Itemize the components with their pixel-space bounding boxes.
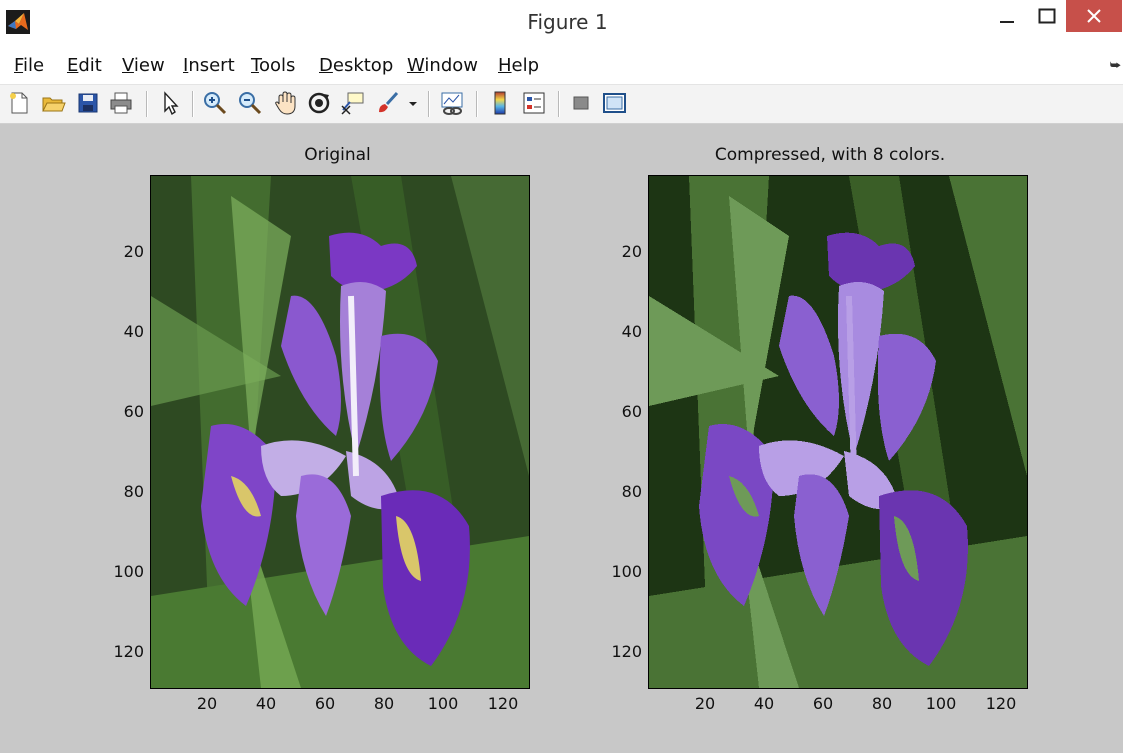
close-icon xyxy=(1087,9,1101,23)
brush-dropdown-icon[interactable] xyxy=(405,90,421,118)
x-tick-label: 40 xyxy=(753,694,775,713)
toolbar-separator xyxy=(192,91,194,117)
minimize-icon xyxy=(1000,21,1014,23)
rotate-3d-icon[interactable] xyxy=(306,90,334,118)
colorbar-icon[interactable] xyxy=(487,90,515,118)
zoom-out-icon[interactable] xyxy=(237,90,265,118)
toolbar-separator xyxy=(476,91,478,117)
image-original[interactable] xyxy=(150,175,530,689)
x-tick-label: 20 xyxy=(196,694,218,713)
print-icon[interactable] xyxy=(108,90,136,118)
menu-help[interactable]: Help xyxy=(498,55,539,76)
figure-toolbar xyxy=(0,85,1123,124)
x-tick-label: 80 xyxy=(871,694,893,713)
show-plot-tools-icon[interactable] xyxy=(601,90,629,118)
x-tick-label: 120 xyxy=(985,694,1017,713)
edit-plot-arrow-icon[interactable] xyxy=(157,90,185,118)
x-tick-label: 40 xyxy=(255,694,277,713)
menu-tools[interactable]: Tools xyxy=(251,55,295,76)
data-cursor-icon[interactable] xyxy=(340,90,368,118)
link-plot-icon[interactable] xyxy=(439,90,467,118)
save-icon[interactable] xyxy=(75,90,103,118)
new-figure-icon[interactable] xyxy=(6,90,34,118)
minimize-button[interactable] xyxy=(985,0,1029,32)
menu-view[interactable]: View xyxy=(122,55,165,76)
legend-icon[interactable] xyxy=(521,90,549,118)
y-tick-label: 60 xyxy=(621,402,642,421)
x-tick-label: 60 xyxy=(314,694,336,713)
close-button[interactable] xyxy=(1066,0,1122,32)
y-tick-label: 120 xyxy=(611,642,642,661)
axes-title-compressed: Compressed, with 8 colors. xyxy=(714,145,946,165)
x-tick-label: 80 xyxy=(373,694,395,713)
x-tick-label: 20 xyxy=(694,694,716,713)
maximize-icon xyxy=(1038,8,1056,24)
y-tick-label: 100 xyxy=(113,562,144,581)
y-tick-label: 80 xyxy=(123,482,144,501)
x-tick-label: 60 xyxy=(812,694,834,713)
menu-file[interactable]: File xyxy=(14,55,44,76)
title-bar: Figure 1 xyxy=(0,0,1123,46)
hide-plot-tools-icon[interactable] xyxy=(568,90,596,118)
window-title: Figure 1 xyxy=(527,10,608,34)
y-tick-label: 20 xyxy=(621,242,642,261)
menu-window[interactable]: Window xyxy=(407,55,478,76)
menu-desktop[interactable]: Desktop xyxy=(319,55,393,76)
y-tick-label: 60 xyxy=(123,402,144,421)
y-tick-label: 40 xyxy=(621,322,642,341)
menu-bar: File Edit View Insert Tools Desktop Wind… xyxy=(0,48,1123,85)
open-file-icon[interactable] xyxy=(40,90,68,118)
brush-icon[interactable] xyxy=(375,90,403,118)
y-tick-label: 40 xyxy=(123,322,144,341)
zoom-in-icon[interactable] xyxy=(202,90,230,118)
x-tick-label: 100 xyxy=(925,694,957,713)
y-tick-label: 20 xyxy=(123,242,144,261)
menu-insert[interactable]: Insert xyxy=(183,55,235,76)
toolbar-separator xyxy=(428,91,430,117)
maximize-button[interactable] xyxy=(1025,0,1069,32)
menu-overflow-arrow-icon[interactable]: ⮩ xyxy=(1110,58,1121,73)
y-tick-label: 100 xyxy=(611,562,642,581)
pan-hand-icon[interactable] xyxy=(272,90,300,118)
menu-edit[interactable]: Edit xyxy=(67,55,102,76)
image-compressed[interactable] xyxy=(648,175,1028,689)
figure-canvas: Original 20 40 60 80 100 120 20 40 60 80… xyxy=(0,124,1123,753)
toolbar-separator xyxy=(558,91,560,117)
x-tick-label: 120 xyxy=(487,694,519,713)
x-tick-label: 100 xyxy=(427,694,459,713)
y-tick-label: 80 xyxy=(621,482,642,501)
axes-title-original: Original xyxy=(304,145,371,165)
y-tick-label: 120 xyxy=(113,642,144,661)
toolbar-separator xyxy=(146,91,148,117)
